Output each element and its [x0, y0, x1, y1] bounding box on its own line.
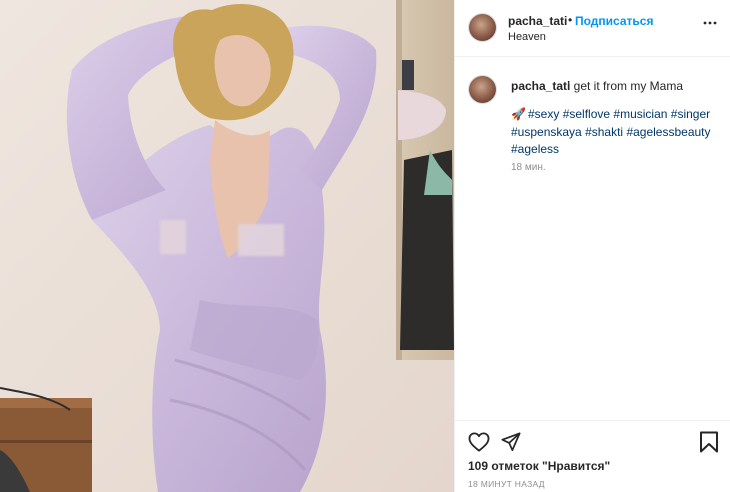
action-bar: 109 отметок "Нравится" 18 МИНУТ НАЗАД — [455, 420, 730, 492]
hashtag-link[interactable]: #singer — [671, 107, 710, 121]
hashtag-link[interactable]: #agelessbeauty — [626, 125, 710, 139]
author-username[interactable]: pacha_tati — [508, 14, 567, 28]
hashtag-link[interactable]: #musician — [613, 107, 667, 121]
heart-icon[interactable] — [468, 432, 490, 452]
bookmark-icon[interactable] — [699, 431, 719, 453]
separator-dot: • — [568, 13, 573, 27]
post-header: pacha_tati • Подписаться Heaven — [455, 0, 730, 57]
post-timestamp[interactable]: 18 МИНУТ НАЗАД — [468, 479, 545, 489]
more-icon[interactable] — [703, 16, 717, 30]
hashtag-link[interactable]: #shakti — [585, 125, 623, 139]
hashtag-link[interactable]: #uspenskaya — [511, 125, 582, 139]
share-icon[interactable] — [501, 432, 521, 452]
hashtag-link[interactable]: #ageless — [511, 142, 559, 156]
hashtag-link[interactable]: #selflove — [563, 107, 610, 121]
location-link[interactable]: Heaven — [508, 31, 546, 43]
caption-username[interactable]: pacha_tati — [511, 79, 570, 93]
photo-illustration — [0, 0, 454, 492]
hashtag-list: 🚀 #sexy #selflove #musician #singer #uspe… — [511, 106, 721, 159]
censor-blur — [160, 220, 186, 254]
censor-blur — [238, 224, 284, 256]
post-photo[interactable] — [0, 0, 454, 492]
likes-count[interactable]: 109 отметок "Нравится" — [468, 459, 610, 473]
hashtag-link[interactable]: #sexy — [528, 107, 559, 121]
rocket-icon: 🚀 — [511, 107, 526, 121]
avatar[interactable] — [469, 76, 496, 103]
instagram-post: pacha_tati • Подписаться Heaven pacha_ta… — [0, 0, 730, 492]
caption-text: I get it from my Mama — [567, 79, 684, 93]
caption-time: 18 мин. — [511, 162, 546, 173]
post-sidebar: pacha_tati • Подписаться Heaven pacha_ta… — [454, 0, 730, 492]
follow-button[interactable]: Подписаться — [575, 14, 653, 28]
avatar[interactable] — [469, 14, 496, 41]
